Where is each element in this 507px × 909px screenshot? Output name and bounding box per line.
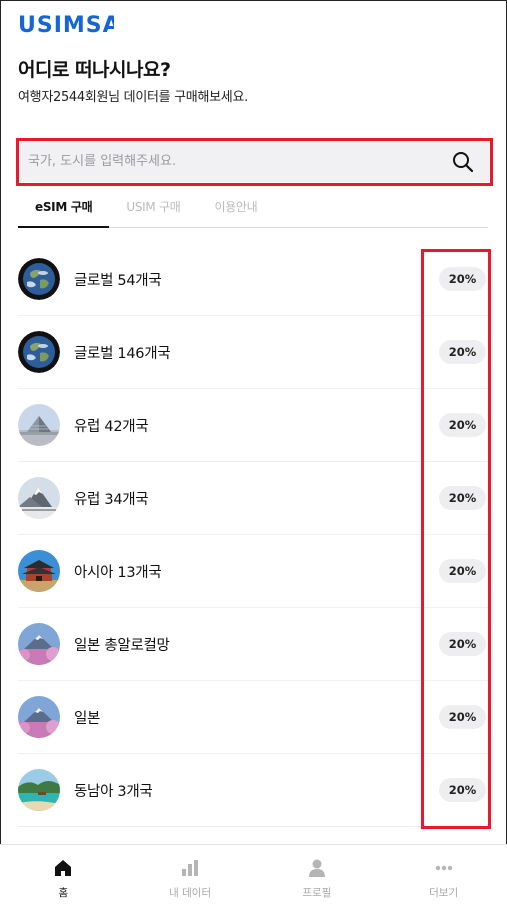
product-name: 아시아 13개국 — [74, 564, 162, 581]
purchase-tabs: eSIM 구매 USIM 구매 이용안내 — [18, 193, 488, 228]
bar-chart-icon — [179, 857, 201, 879]
svg-text:USIMSA: USIMSA — [18, 13, 114, 36]
product-name: 유럽 34개국 — [74, 491, 149, 508]
search-icon[interactable] — [451, 150, 475, 174]
product-name: 글로벌 146개국 — [74, 345, 171, 362]
product-name: 유럽 42개국 — [74, 418, 149, 435]
tab-esim[interactable]: eSIM 구매 — [18, 193, 110, 228]
more-dots-icon — [433, 857, 455, 879]
beach-thumbnail — [18, 769, 60, 811]
product-name: 동남아 3개국 — [74, 783, 153, 800]
tab-guide[interactable]: 이용안내 — [197, 193, 274, 228]
nav-label: 홈 — [58, 887, 69, 899]
fuji-blossom-thumbnail — [18, 696, 60, 738]
tab-usim[interactable]: USIM 구매 — [109, 193, 197, 228]
usimsa-logo[interactable]: USIMSA — [18, 12, 114, 36]
search-bar[interactable] — [20, 141, 489, 182]
globe-thumbnail — [18, 258, 60, 300]
nav-profile[interactable]: 프로필 — [254, 845, 381, 909]
product-list: 글로벌 54개국 20% 글로벌 146개국 20% 유럽 42개국 20% 유… — [18, 243, 488, 827]
nav-label: 프로필 — [302, 887, 332, 899]
nav-label: 더보기 — [429, 887, 459, 899]
list-item[interactable]: 유럽 34개국 20% — [18, 462, 488, 535]
globe-thumbnail — [18, 331, 60, 373]
list-item[interactable]: 글로벌 146개국 20% — [18, 316, 488, 389]
product-name: 일본 총알로컬망 — [74, 637, 170, 654]
palace-thumbnail — [18, 550, 60, 592]
home-icon — [52, 857, 74, 879]
list-item[interactable]: 유럽 42개국 20% — [18, 389, 488, 462]
nav-home[interactable]: 홈 — [0, 845, 127, 909]
search-input[interactable] — [28, 154, 451, 169]
page-subtitle: 여행자2544회원님 데이터를 구매해보세요. — [18, 90, 248, 105]
list-item[interactable]: 아시아 13개국 20% — [18, 535, 488, 608]
product-name: 글로벌 54개국 — [74, 272, 162, 289]
louvre-thumbnail — [18, 404, 60, 446]
discount-highlight-outline — [421, 249, 491, 829]
nav-more[interactable]: 더보기 — [380, 845, 507, 909]
list-item[interactable]: 글로벌 54개국 20% — [18, 243, 488, 316]
person-icon — [306, 857, 328, 879]
list-item[interactable]: 일본 총알로컬망 20% — [18, 608, 488, 681]
mountain-thumbnail — [18, 477, 60, 519]
bottom-navigation: 홈 내 데이터 프로필 더보기 — [0, 844, 507, 909]
nav-label: 내 데이터 — [169, 887, 212, 899]
list-item[interactable]: 일본 20% — [18, 681, 488, 754]
page-title: 어디로 떠나시나요? — [18, 59, 171, 81]
fuji-blossom-thumbnail — [18, 623, 60, 665]
list-item[interactable]: 동남아 3개국 20% — [18, 754, 488, 827]
product-name: 일본 — [74, 710, 101, 727]
nav-my-data[interactable]: 내 데이터 — [127, 845, 254, 909]
